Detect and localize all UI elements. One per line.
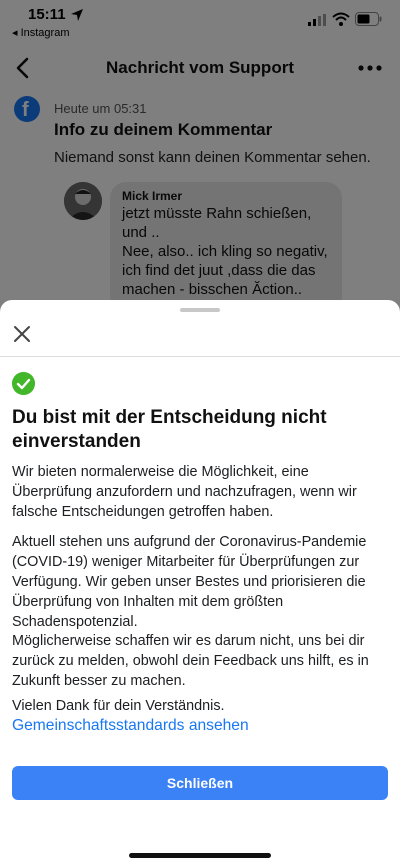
bottom-sheet: Du bist mit der Entscheidung nicht einve… — [0, 300, 400, 866]
sheet-title: Du bist mit der Entscheidung nicht einve… — [12, 407, 327, 452]
info-paragraph: Möglicherweise schaffen wir es darum nic… — [12, 633, 369, 689]
sheet-grabber[interactable] — [180, 308, 220, 312]
home-indicator — [129, 853, 271, 858]
info-paragraph: Vielen Dank für dein Verständnis. — [12, 698, 225, 714]
checkmark-icon — [12, 372, 35, 395]
close-icon[interactable] — [12, 324, 32, 344]
close-button[interactable]: Schließen — [12, 766, 388, 800]
info-paragraph: Aktuell stehen uns aufgrund der Coronavi… — [12, 534, 367, 630]
community-standards-link[interactable]: Gemeinschaftsstandards ansehen — [12, 717, 249, 735]
divider — [0, 356, 400, 357]
info-paragraph: Wir bieten normalerweise die Möglichkeit… — [12, 464, 357, 520]
